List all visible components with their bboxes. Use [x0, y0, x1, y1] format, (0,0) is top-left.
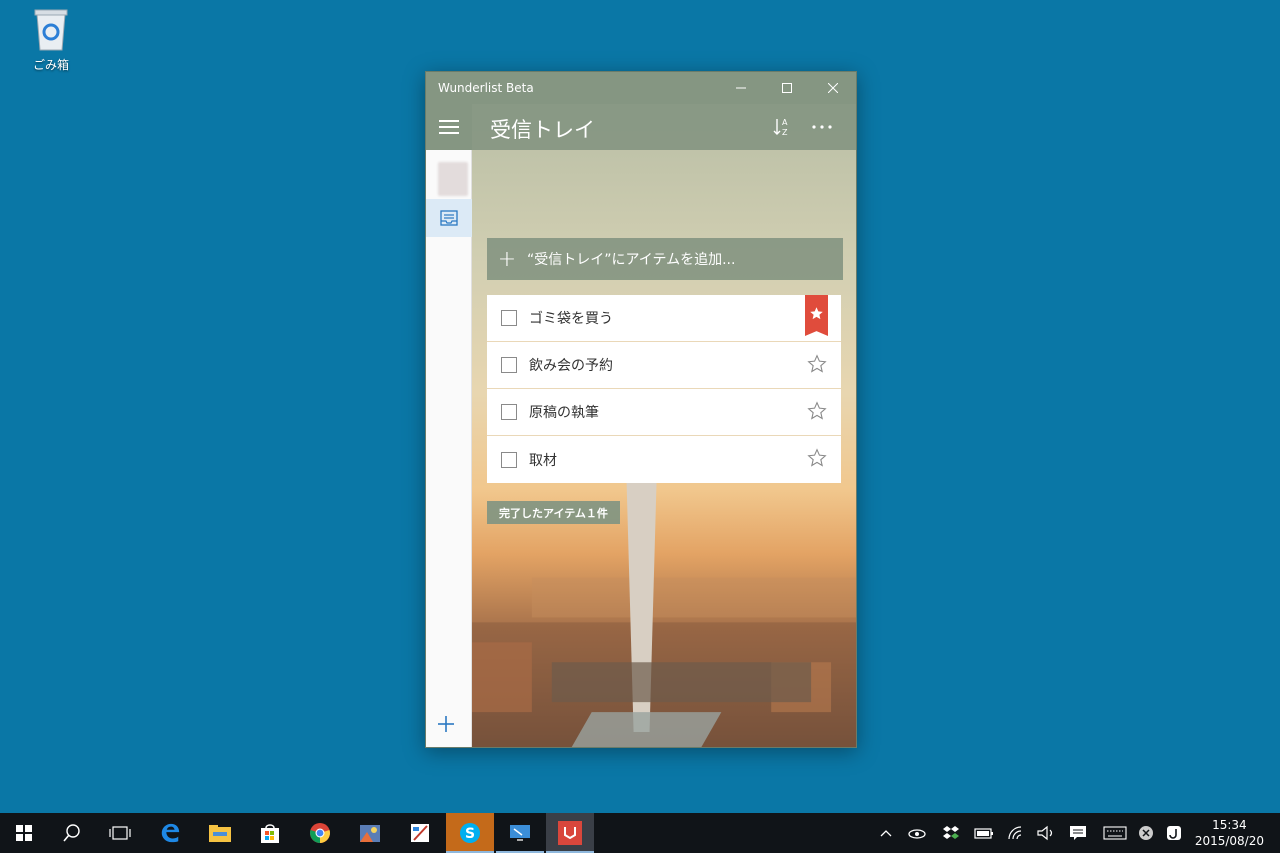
close-button[interactable]: [810, 72, 856, 104]
volume-indicator[interactable]: [1036, 823, 1056, 843]
more-options-button[interactable]: [806, 112, 838, 142]
store-taskbar-button[interactable]: [246, 813, 294, 853]
task-title: 飲み会の予約: [529, 358, 613, 374]
svg-text:Z: Z: [782, 128, 788, 137]
search-button[interactable]: [48, 813, 96, 853]
menu-button[interactable]: [426, 104, 472, 150]
close-circle-icon: [1139, 826, 1153, 840]
task-row[interactable]: 原稿の執筆: [487, 389, 841, 436]
clock[interactable]: 15:34 2015/08/20: [1195, 817, 1264, 849]
network-indicator[interactable]: [1006, 823, 1026, 843]
title-bar[interactable]: Wunderlist Beta: [426, 72, 856, 104]
list-title: 受信トレイ: [490, 118, 595, 142]
start-icon: [16, 825, 32, 841]
recycle-bin-label: ごみ箱: [32, 58, 69, 72]
file-explorer-icon: [209, 825, 231, 842]
task-row[interactable]: 飲み会の予約: [487, 342, 841, 389]
star-outline-icon[interactable]: [807, 354, 827, 374]
add-item-input[interactable]: + “受信トレイ”にアイテムを追加...: [487, 238, 843, 280]
task-title: ゴミ袋を買う: [529, 311, 613, 327]
skype-icon: S: [460, 823, 480, 843]
paint-icon: [411, 824, 429, 842]
app-j-icon: [1167, 826, 1181, 840]
star-outline-icon[interactable]: [807, 448, 827, 468]
touch-keyboard-button[interactable]: [1103, 823, 1127, 843]
sidebar: [426, 104, 472, 747]
chrome-taskbar-button[interactable]: [296, 813, 344, 853]
task-list: ゴミ袋を買う 飲み会の予約 原稿の執筆 取材: [487, 295, 841, 483]
photos-icon: [360, 825, 380, 842]
list-view: 受信トレイ A Z + “受信トレイ”にアイテムを追加... ゴミ袋を買う 飲み…: [472, 104, 856, 747]
wifi-icon: [1008, 826, 1022, 840]
star-filled-icon[interactable]: [805, 295, 828, 336]
action-center-button[interactable]: [1068, 823, 1088, 843]
task-checkbox[interactable]: [501, 451, 517, 468]
tray-dropbox[interactable]: [941, 823, 961, 843]
skype-taskbar-button[interactable]: S: [446, 813, 494, 853]
dropbox-icon: [943, 826, 959, 839]
task-checkbox[interactable]: [501, 310, 517, 326]
recycle-bin-desktop-icon[interactable]: ごみ箱: [22, 6, 80, 73]
add-item-placeholder: “受信トレイ”にアイテムを追加...: [527, 252, 736, 268]
wunderlist-icon: [558, 821, 582, 845]
tray-app-close[interactable]: [1136, 823, 1156, 843]
remote-desktop-taskbar-button[interactable]: [496, 813, 544, 853]
taskbar: S 15:34 2015/08/20: [0, 813, 1280, 853]
keyboard-icon: [1103, 826, 1127, 840]
maximize-icon: [782, 83, 792, 93]
sidebar-item-inbox[interactable]: [426, 199, 472, 237]
task-row[interactable]: ゴミ袋を買う: [487, 295, 841, 342]
add-plus-icon: +: [497, 246, 517, 272]
inbox-icon: [440, 210, 458, 226]
task-title: 原稿の執筆: [529, 405, 599, 421]
task-checkbox[interactable]: [501, 404, 517, 420]
add-list-button[interactable]: [431, 709, 461, 739]
task-title: 取材: [529, 452, 557, 469]
recycle-bin-icon: [31, 6, 71, 52]
cloud-sync-icon: [908, 829, 926, 839]
sort-button[interactable]: A Z: [766, 112, 798, 142]
sort-az-icon: A Z: [773, 118, 788, 137]
battery-indicator[interactable]: [974, 823, 994, 843]
notification-icon: [1070, 826, 1086, 840]
user-avatar[interactable]: [438, 162, 468, 196]
task-checkbox[interactable]: [501, 357, 517, 373]
file-explorer-taskbar-button[interactable]: [196, 813, 244, 853]
more-icon: [812, 125, 832, 129]
close-icon: [828, 83, 838, 93]
minimize-icon: [736, 87, 746, 89]
hamburger-icon: [439, 120, 459, 134]
edge-icon: [161, 823, 180, 843]
battery-icon: [974, 828, 993, 839]
task-view-icon: [109, 826, 131, 840]
remote-desktop-icon: [510, 825, 530, 841]
store-icon: [261, 824, 279, 843]
paint-taskbar-button[interactable]: [396, 813, 444, 853]
clock-time: 15:34: [1212, 818, 1247, 832]
clock-date: 2015/08/20: [1194, 834, 1264, 848]
svg-text:S: S: [465, 826, 475, 842]
speaker-icon: [1037, 825, 1053, 841]
search-icon: [63, 824, 80, 842]
maximize-button[interactable]: [764, 72, 810, 104]
start-button[interactable]: [0, 813, 48, 853]
photos-taskbar-button[interactable]: [346, 813, 394, 853]
task-row[interactable]: 取材: [487, 436, 841, 483]
wunderlist-taskbar-button[interactable]: [546, 813, 594, 853]
minimize-button[interactable]: [718, 72, 764, 104]
chrome-icon: [310, 823, 330, 843]
star-outline-icon[interactable]: [807, 401, 827, 421]
plus-icon: [438, 716, 454, 732]
show-hidden-icons-button[interactable]: [876, 823, 896, 843]
tray-app-j[interactable]: [1164, 823, 1184, 843]
list-toolbar: 受信トレイ A Z: [472, 104, 856, 150]
window-title: Wunderlist Beta: [438, 81, 534, 95]
task-view-button[interactable]: [96, 813, 144, 853]
chevron-up-icon: [880, 830, 892, 837]
edge-taskbar-button[interactable]: [146, 813, 194, 853]
tray-app-1[interactable]: [907, 823, 927, 843]
show-completed-button[interactable]: 完了したアイテム１件: [487, 501, 620, 524]
wunderlist-window: Wunderlist Beta 受信トレイ A Z + “受信トレイ”にアイテム…: [425, 71, 857, 748]
svg-text:A: A: [782, 118, 788, 127]
